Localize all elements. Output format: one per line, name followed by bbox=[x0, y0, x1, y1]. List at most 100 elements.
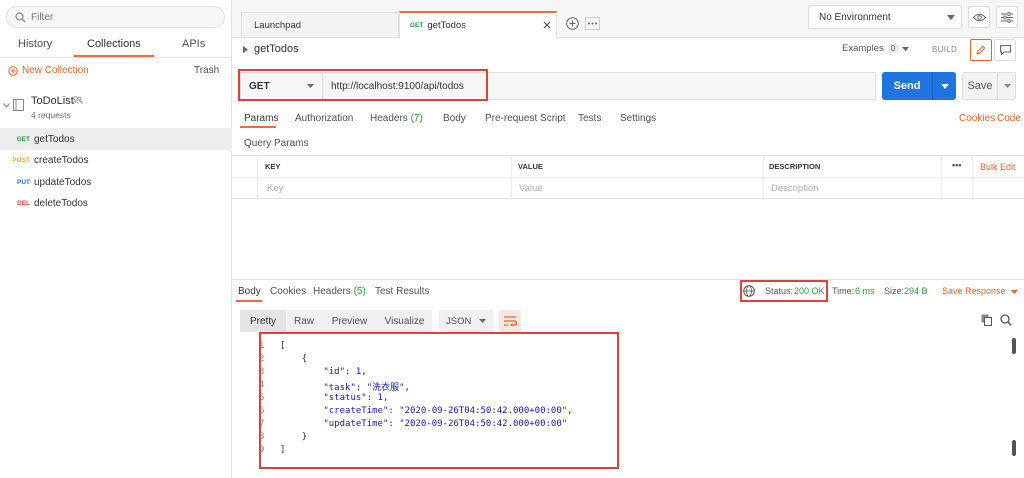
examples-dropdown[interactable]: Examples 0 bbox=[842, 43, 910, 54]
view-raw[interactable]: Raw bbox=[286, 310, 322, 332]
size-label: Size: bbox=[884, 286, 905, 296]
tab-test-results[interactable]: Test Results bbox=[375, 286, 429, 297]
tab-response-body[interactable]: Body bbox=[238, 286, 261, 297]
sidebar-request-createtodos[interactable]: POST createTodos bbox=[0, 149, 232, 171]
collection-todolist[interactable]: ToDoList 4 requests bbox=[0, 88, 232, 124]
tab-history[interactable]: History bbox=[18, 38, 52, 50]
request-title[interactable]: getTodos bbox=[243, 43, 299, 55]
col-divider bbox=[511, 156, 512, 200]
tab-response-headers[interactable]: Headers (5) bbox=[313, 286, 366, 297]
environment-label: No Environment bbox=[819, 11, 891, 23]
response-divider bbox=[232, 279, 1024, 280]
tab-authorization[interactable]: Authorization bbox=[295, 113, 353, 124]
new-collection-label: New Collection bbox=[22, 65, 89, 76]
caret-down-icon[interactable] bbox=[941, 83, 949, 89]
method-badge: POST bbox=[12, 156, 30, 164]
examples-count: 0 bbox=[887, 44, 899, 53]
caret-down-icon bbox=[479, 319, 486, 323]
pencil-icon bbox=[976, 45, 986, 55]
manage-environments-button[interactable] bbox=[996, 6, 1018, 28]
tab-method-badge: GET bbox=[410, 22, 424, 29]
send-divider bbox=[932, 72, 933, 100]
tab-response-cookies[interactable]: Cookies bbox=[270, 286, 306, 297]
sidebar-request-deletetodos[interactable]: DEL deleteTodos bbox=[0, 192, 232, 214]
cookies-link[interactable]: Cookies bbox=[959, 113, 995, 124]
tab-body[interactable]: Body bbox=[443, 113, 466, 124]
wrap-lines-button[interactable] bbox=[499, 310, 521, 332]
tab-headers[interactable]: Headers (7) bbox=[370, 113, 423, 124]
col-divider bbox=[257, 156, 258, 200]
column-header-description: DESCRIPTION bbox=[769, 162, 821, 171]
tab-params[interactable]: Params bbox=[244, 113, 278, 124]
send-button[interactable]: Send bbox=[882, 72, 956, 100]
chevron-down-icon[interactable] bbox=[3, 103, 10, 108]
view-visualize[interactable]: Visualize bbox=[377, 310, 432, 332]
view-pretty[interactable]: Pretty bbox=[240, 310, 286, 332]
search-icon bbox=[15, 12, 26, 23]
team-icon bbox=[72, 96, 83, 104]
size-value[interactable]: 294 B bbox=[904, 286, 928, 296]
request-name: createTodos bbox=[34, 154, 89, 166]
value-input[interactable]: Value bbox=[519, 183, 543, 194]
query-params-label: Query Params bbox=[244, 138, 309, 149]
key-input[interactable]: Key bbox=[267, 183, 283, 194]
caret-down-icon bbox=[947, 15, 955, 20]
environment-quick-look-button[interactable] bbox=[968, 6, 990, 28]
save-button[interactable]: Save bbox=[962, 72, 1016, 100]
scrollbar-thumb[interactable] bbox=[1012, 440, 1016, 456]
headers-count: (7) bbox=[410, 113, 423, 124]
search-icon[interactable] bbox=[1000, 314, 1012, 326]
caret-down-icon bbox=[902, 46, 910, 51]
new-tab-plus-icon[interactable] bbox=[566, 17, 579, 30]
comments-button[interactable] bbox=[994, 39, 1016, 61]
trash-link[interactable]: Trash bbox=[194, 65, 219, 76]
method-badge: PUT bbox=[17, 178, 30, 186]
format-label: JSON bbox=[446, 315, 472, 327]
sidebar-request-gettodos[interactable]: GET getTodos bbox=[0, 128, 232, 150]
plus-circle-icon bbox=[8, 65, 18, 76]
code-link[interactable]: Code bbox=[997, 113, 1021, 124]
filter-input[interactable] bbox=[31, 10, 211, 24]
save-response-button[interactable]: Save Response bbox=[942, 286, 1019, 296]
save-response-label: Save Response bbox=[942, 286, 1006, 296]
sidebar-request-updatetodos[interactable]: PUT updateTodos bbox=[0, 171, 232, 193]
active-tab-indicator bbox=[236, 300, 262, 302]
collection-name: ToDoList bbox=[31, 95, 74, 107]
tab-tests[interactable]: Tests bbox=[578, 113, 601, 124]
column-header-key: KEY bbox=[265, 162, 281, 171]
tab-pre-request-script[interactable]: Pre-request Script bbox=[485, 113, 566, 124]
row-divider bbox=[232, 177, 1024, 178]
filter-box[interactable] bbox=[6, 6, 225, 28]
tab-collections[interactable]: Collections bbox=[87, 38, 141, 50]
tab-apis[interactable]: APIs bbox=[182, 38, 205, 50]
tab-headers-label: Headers bbox=[370, 113, 408, 124]
tab-settings[interactable]: Settings bbox=[620, 113, 656, 124]
bulk-edit-link[interactable]: Bulk Edit bbox=[980, 162, 1016, 172]
request-name: deleteTodos bbox=[34, 197, 88, 209]
highlight-box-url bbox=[238, 69, 488, 101]
highlight-box-status bbox=[740, 280, 828, 302]
more-options-icon[interactable]: ••• bbox=[952, 160, 961, 170]
tab-launchpad[interactable]: Launchpad bbox=[241, 12, 399, 37]
tab-gettodos[interactable]: GET getTodos bbox=[399, 11, 557, 38]
method-badge: DEL bbox=[17, 199, 30, 207]
environment-select[interactable]: No Environment bbox=[808, 5, 962, 29]
copy-icon[interactable] bbox=[981, 314, 992, 326]
close-icon[interactable] bbox=[543, 21, 551, 29]
comment-icon bbox=[999, 45, 1011, 55]
description-input[interactable]: Description bbox=[771, 183, 819, 194]
format-select[interactable]: JSON bbox=[439, 310, 493, 332]
scrollbar-thumb[interactable] bbox=[1012, 338, 1016, 354]
tab-label: Launchpad bbox=[254, 19, 302, 31]
tab-response-headers-label: Headers bbox=[313, 286, 351, 297]
folder-icon bbox=[13, 99, 24, 111]
postman-window: History Collections APIs New Collection … bbox=[0, 0, 1024, 478]
new-collection-button[interactable]: New Collection bbox=[8, 65, 89, 76]
more-tabs-icon[interactable] bbox=[585, 17, 600, 30]
time-value[interactable]: 6 ms bbox=[855, 286, 875, 296]
caret-right-icon[interactable] bbox=[243, 45, 248, 53]
caret-down-icon[interactable] bbox=[1004, 84, 1011, 88]
edit-button[interactable] bbox=[970, 39, 992, 61]
view-preview[interactable]: Preview bbox=[322, 310, 377, 332]
request-title-text: getTodos bbox=[254, 43, 299, 55]
